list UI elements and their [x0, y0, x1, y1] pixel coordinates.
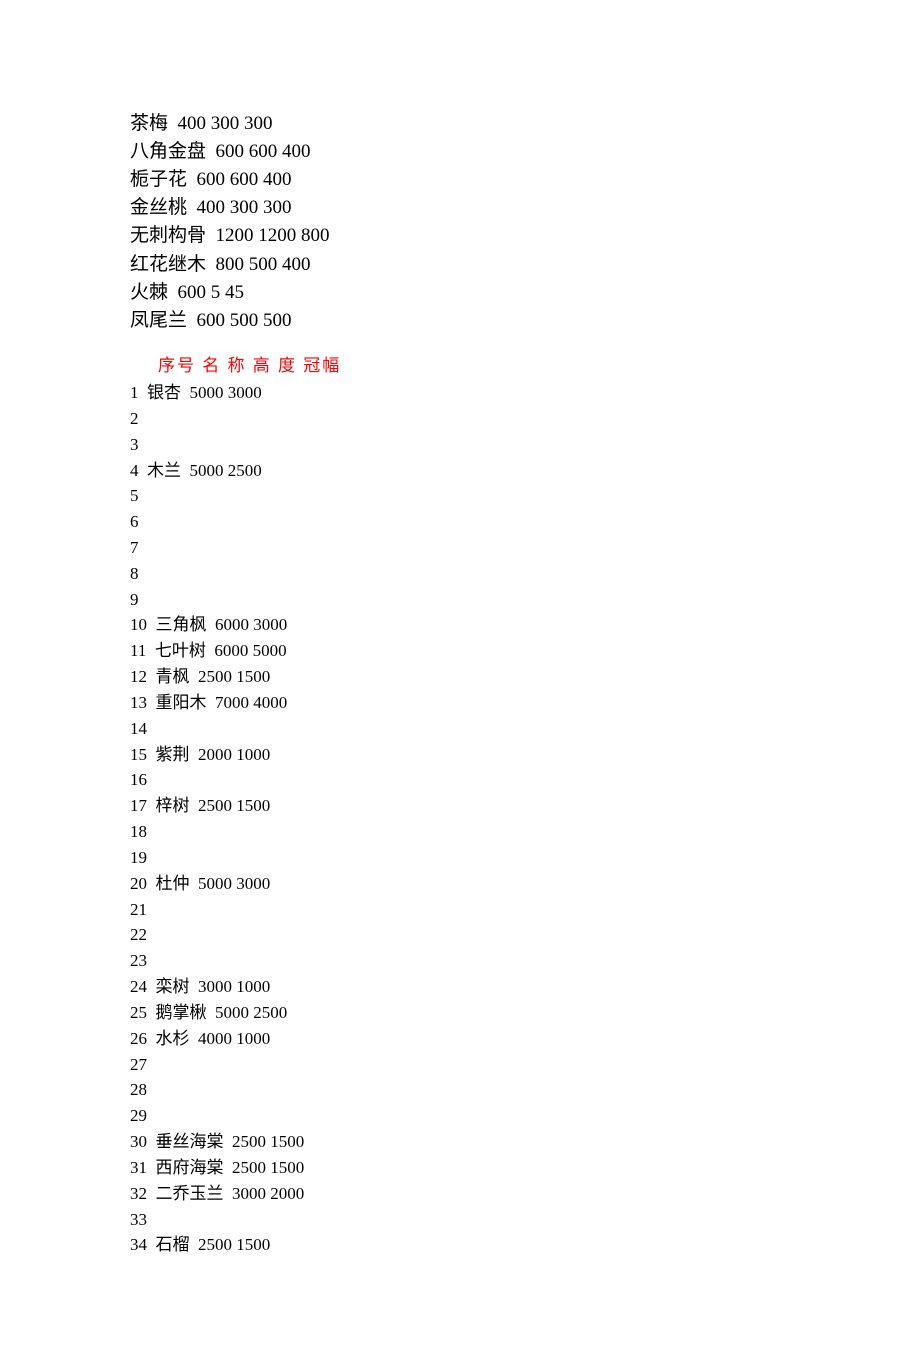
table-row: 1 银杏 5000 3000 — [130, 380, 790, 406]
table-row: 4 木兰 5000 2500 — [130, 458, 790, 484]
table-row: 30 垂丝海棠 2500 1500 — [130, 1129, 790, 1155]
table-row: 15 紫荆 2000 1000 — [130, 742, 790, 768]
table-row: 14 — [130, 716, 790, 742]
table-row: 17 梓树 2500 1500 — [130, 793, 790, 819]
table-row: 28 — [130, 1077, 790, 1103]
table-row: 6 — [130, 509, 790, 535]
table-row: 34 石榴 2500 1500 — [130, 1232, 790, 1258]
top-list-item: 八角金盘 600 600 400 — [130, 138, 790, 166]
plant-table: 1 银杏 5000 3000234 木兰 5000 25005678910 三角… — [130, 380, 790, 1258]
table-row: 25 鹅掌楸 5000 2500 — [130, 1000, 790, 1026]
top-plant-list: 茶梅 400 300 300八角金盘 600 600 400栀子花 600 60… — [130, 110, 790, 335]
table-row: 26 水杉 4000 1000 — [130, 1026, 790, 1052]
table-row: 12 青枫 2500 1500 — [130, 664, 790, 690]
table-header: 序号 名 称 高 度 冠幅 — [130, 353, 790, 378]
table-row: 32 二乔玉兰 3000 2000 — [130, 1181, 790, 1207]
table-row: 18 — [130, 819, 790, 845]
top-list-item: 红花继木 800 500 400 — [130, 251, 790, 279]
table-row: 29 — [130, 1103, 790, 1129]
table-row: 13 重阳木 7000 4000 — [130, 690, 790, 716]
table-row: 31 西府海棠 2500 1500 — [130, 1155, 790, 1181]
table-row: 19 — [130, 845, 790, 871]
top-list-item: 火棘 600 5 45 — [130, 279, 790, 307]
table-row: 3 — [130, 432, 790, 458]
table-row: 22 — [130, 922, 790, 948]
table-row: 24 栾树 3000 1000 — [130, 974, 790, 1000]
table-row: 33 — [130, 1207, 790, 1233]
top-list-item: 凤尾兰 600 500 500 — [130, 307, 790, 335]
top-list-item: 金丝桃 400 300 300 — [130, 194, 790, 222]
top-list-item: 栀子花 600 600 400 — [130, 166, 790, 194]
table-row: 10 三角枫 6000 3000 — [130, 612, 790, 638]
table-row: 7 — [130, 535, 790, 561]
top-list-item: 茶梅 400 300 300 — [130, 110, 790, 138]
table-row: 23 — [130, 948, 790, 974]
table-row: 20 杜仲 5000 3000 — [130, 871, 790, 897]
table-row: 27 — [130, 1052, 790, 1078]
table-row: 2 — [130, 406, 790, 432]
top-list-item: 无刺构骨 1200 1200 800 — [130, 222, 790, 250]
table-row: 9 — [130, 587, 790, 613]
table-row: 16 — [130, 767, 790, 793]
table-row: 11 七叶树 6000 5000 — [130, 638, 790, 664]
table-row: 21 — [130, 897, 790, 923]
table-row: 8 — [130, 561, 790, 587]
table-row: 5 — [130, 483, 790, 509]
